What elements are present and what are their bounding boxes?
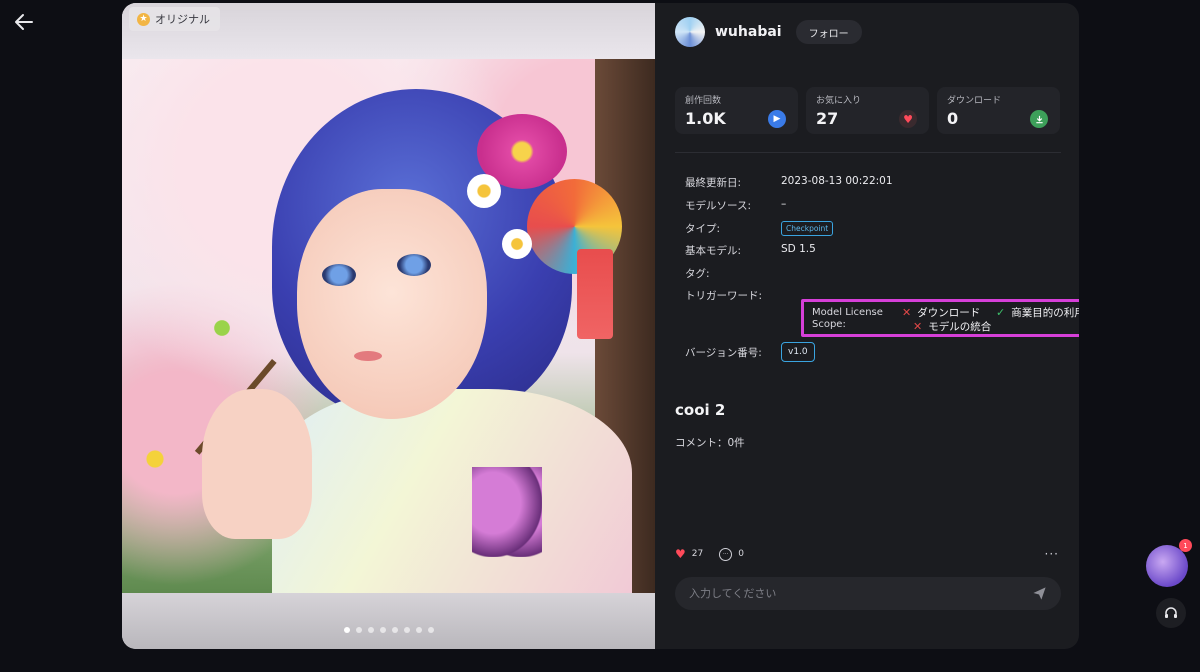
license-label-line: Model License [812, 307, 883, 318]
type-chip: Checkpoint [781, 221, 834, 236]
back-button[interactable] [12, 10, 36, 34]
model-info-panel: wuhabai フォロー 創作回数 1.0K ▶ お気に入り 27 ♥ ダウンロ… [655, 3, 1079, 649]
hair-flower-white [467, 174, 501, 208]
detail-updated: 最終更新日: 2023-08-13 00:22:01 [685, 175, 893, 190]
star-icon: ★ [137, 12, 150, 26]
heart-icon: ♥ [675, 547, 686, 561]
original-badge-label: オリジナル [155, 13, 210, 26]
license-item-merge: ✕ モデルの統合 [913, 319, 991, 334]
license-label-line: Scope: [812, 319, 846, 330]
like-count: 27 [691, 549, 704, 559]
hand [202, 389, 312, 539]
comment-input[interactable] [689, 587, 1031, 600]
author-name[interactable]: wuhabai [715, 24, 782, 40]
detail-key: 基本モデル: [685, 245, 742, 257]
image-blur-bottom [122, 593, 655, 649]
stat-label: 創作回数 [685, 96, 722, 106]
stats-row: 創作回数 1.0K ▶ お気に入り 27 ♥ ダウンロード 0 [675, 87, 1060, 134]
avatar[interactable] [675, 17, 705, 47]
check-icon: ✓ [996, 306, 1006, 319]
arrow-left-icon [15, 14, 33, 30]
license-scope-highlight: Model License Scope: ✕ ダウンロード ✓ 商業目的の利用 … [801, 299, 1079, 337]
comment-icon: ··· [719, 547, 733, 561]
ai-assistant-button[interactable]: 1 [1146, 539, 1192, 587]
hair-flower-white [502, 229, 532, 259]
detail-source: モデルソース: – [685, 198, 786, 213]
left-eye [322, 264, 356, 286]
detail-key: モデルソース: [685, 200, 752, 212]
pager-dot[interactable] [391, 627, 398, 633]
divider [675, 152, 1061, 153]
license-item-label: 商業目的の利用 [1011, 307, 1079, 319]
license-item-commercial: ✓ 商業目的の利用 [996, 305, 1079, 320]
model-detail-card: ★ オリジナル wuhabai フォロー 創作回数 1.0K ▶ お気に入り 2… [122, 3, 1079, 649]
detail-value: SD 1.5 [781, 243, 816, 255]
pager-dot[interactable] [403, 627, 410, 633]
heart-icon[interactable]: ♥ [899, 110, 917, 128]
detail-tags: タグ: [685, 266, 781, 281]
license-item-label: モデルの統合 [928, 321, 992, 333]
download-icon[interactable] [1030, 110, 1048, 128]
notification-badge: 1 [1179, 539, 1192, 552]
butterfly [212, 317, 232, 339]
cross-icon: ✕ [902, 306, 912, 319]
detail-version: バージョン番号: v1.0 [685, 342, 815, 362]
stat-creations: 創作回数 1.0K ▶ [675, 87, 798, 134]
comment-count: コメント：0件 [675, 437, 745, 449]
more-options-icon[interactable]: ··· [1045, 547, 1059, 561]
follow-button[interactable]: フォロー [795, 20, 862, 44]
stat-downloads: ダウンロード 0 [937, 87, 1060, 134]
carousel-pager [122, 627, 655, 633]
pager-dot[interactable] [379, 627, 386, 633]
action-bar: ♥ 27 ··· 0 ··· [675, 547, 1059, 561]
comment-button[interactable]: ··· 0 [719, 547, 744, 561]
pager-dot[interactable] [343, 627, 350, 633]
send-icon[interactable] [1031, 586, 1047, 602]
model-preview-image[interactable] [122, 59, 655, 593]
license-item-label: ダウンロード [917, 307, 981, 319]
hair-tassel [577, 249, 613, 339]
detail-value: – [781, 198, 787, 210]
stat-label: お気に入り [816, 96, 862, 106]
detail-key: トリガーワード: [685, 290, 763, 302]
butterfly [472, 467, 542, 557]
like-button[interactable]: ♥ 27 [675, 547, 703, 561]
license-label: Model License Scope: [812, 307, 883, 331]
headset-icon [1165, 607, 1177, 618]
original-badge: ★ オリジナル [129, 7, 220, 31]
play-icon[interactable]: ▶ [768, 110, 786, 128]
comment-button-count: 0 [738, 549, 744, 559]
detail-trigger-words: トリガーワード: [685, 288, 781, 303]
comment-input-bar [675, 577, 1061, 610]
license-item-download: ✕ ダウンロード [902, 305, 980, 320]
image-carousel[interactable]: ★ オリジナル [122, 3, 655, 649]
pager-dot[interactable] [415, 627, 422, 633]
stat-favorites: お気に入り 27 ♥ [806, 87, 929, 134]
detail-value: 2023-08-13 00:22:01 [781, 175, 893, 187]
author-row: wuhabai フォロー [675, 17, 862, 47]
cross-icon: ✕ [913, 320, 923, 333]
detail-key: バージョン番号: [685, 347, 762, 359]
pager-dot[interactable] [355, 627, 362, 633]
pager-dot[interactable] [367, 627, 374, 633]
pager-dot[interactable] [427, 627, 434, 633]
version-chip[interactable]: v1.0 [781, 342, 815, 362]
model-title: cooi 2 [675, 401, 726, 419]
detail-type: タイプ: Checkpoint [685, 221, 834, 236]
detail-base-model: 基本モデル: SD 1.5 [685, 243, 816, 258]
support-button[interactable] [1156, 598, 1186, 628]
lips [354, 351, 382, 361]
detail-key: タグ: [685, 268, 710, 280]
stat-label: ダウンロード [947, 96, 1002, 106]
kimono [272, 389, 632, 593]
butterfly [144, 447, 166, 471]
detail-key: 最終更新日: [685, 177, 742, 189]
face [297, 189, 487, 419]
right-eye [397, 254, 431, 276]
detail-key: タイプ: [685, 223, 721, 235]
